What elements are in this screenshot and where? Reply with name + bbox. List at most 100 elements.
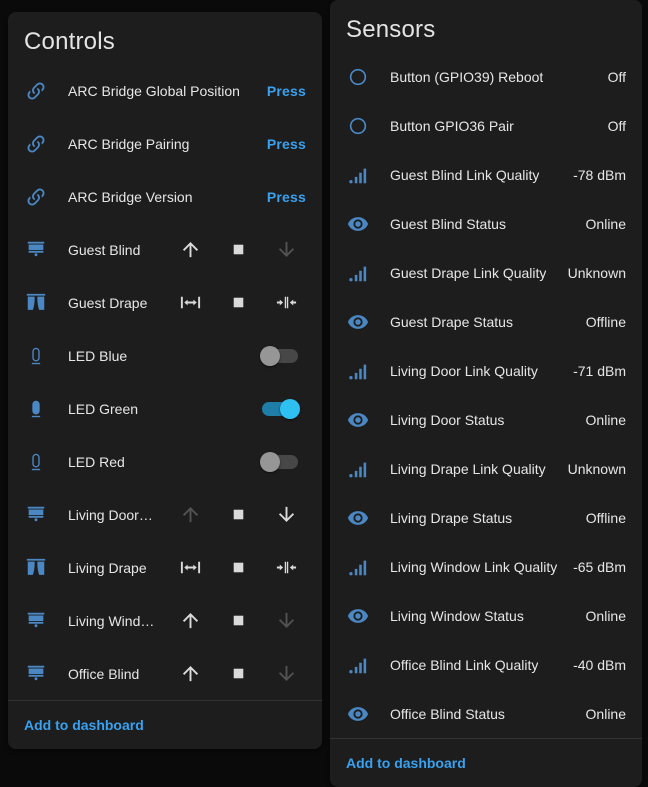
blind-icon: [24, 662, 48, 686]
sensor-value: Online: [585, 411, 626, 428]
cover-down-button[interactable]: [266, 601, 306, 641]
sensor-value: Offline: [585, 509, 626, 526]
sensor-value-wrap: Offline: [574, 510, 626, 526]
sensor-row[interactable]: Button (GPIO39) Reboot Off: [346, 52, 626, 101]
control-row[interactable]: LED Red: [24, 435, 306, 488]
control-label: ARC Bridge Version: [68, 188, 193, 205]
control-row[interactable]: Guest Blind: [24, 223, 306, 276]
led-switch[interactable]: [260, 398, 300, 419]
control-row[interactable]: ARC Bridge Version Press: [24, 170, 306, 223]
sensor-row[interactable]: Living Window Status Online: [346, 591, 626, 640]
press-button[interactable]: Press: [267, 183, 306, 211]
cover-down-button[interactable]: [266, 495, 306, 535]
sensors-rows: Button (GPIO39) Reboot Off Button GPIO36 P…: [330, 48, 642, 738]
cover-up-button[interactable]: [170, 495, 210, 535]
controls-add-to-dashboard-link[interactable]: Add to dashboard: [24, 717, 144, 733]
cover-up-button[interactable]: [170, 601, 210, 641]
control-row[interactable]: Living Door…: [24, 488, 306, 541]
cover-close-button[interactable]: [266, 548, 306, 588]
control-actions: [260, 345, 306, 366]
sensor-value: -71 dBm: [573, 362, 626, 379]
sensor-row[interactable]: Living Drape Link Quality Unknown: [346, 444, 626, 493]
sensor-label: Guest Blind Status: [390, 215, 506, 232]
controls-rows: ARC Bridge Global Position Press ARC Bridg…: [8, 60, 322, 700]
sensors-add-to-dashboard-link[interactable]: Add to dashboard: [346, 755, 466, 771]
sensor-row[interactable]: Office Blind Link Quality -40 dBm: [346, 640, 626, 689]
sensor-label: Office Blind Status: [390, 705, 505, 722]
cover-close-button[interactable]: [266, 283, 306, 323]
sensor-value: -78 dBm: [573, 166, 626, 183]
sensor-row[interactable]: Living Door Status Online: [346, 395, 626, 444]
control-row[interactable]: ARC Bridge Pairing Press: [24, 117, 306, 170]
control-label: Guest Drape: [68, 294, 148, 311]
eye-icon: [346, 604, 370, 628]
cover-stop-button[interactable]: [218, 548, 258, 588]
sensor-row[interactable]: Button GPIO36 Pair Off: [346, 101, 626, 150]
sensors-card: Sensors Button (GPIO39) Reboot Off Button …: [330, 0, 642, 787]
signal-icon: [346, 261, 370, 285]
cover-stop-button[interactable]: [218, 601, 258, 641]
sensor-row[interactable]: Guest Drape Link Quality Unknown: [346, 248, 626, 297]
circle-icon: [346, 65, 370, 89]
control-actions: [170, 495, 306, 535]
sensor-label: Guest Blind Link Quality: [390, 166, 540, 183]
sensor-label: Button GPIO36 Pair: [390, 117, 514, 134]
control-row[interactable]: ARC Bridge Global Position Press: [24, 64, 306, 117]
circle-icon: [346, 114, 370, 138]
cover-stop-button[interactable]: [218, 283, 258, 323]
sensor-value-wrap: -71 dBm: [561, 363, 626, 379]
sensors-card-footer: Add to dashboard: [330, 738, 642, 787]
press-button[interactable]: Press: [267, 130, 306, 158]
cover-down-button[interactable]: [266, 230, 306, 270]
control-actions: [260, 398, 306, 419]
link-icon: [24, 185, 48, 209]
control-actions: [170, 601, 306, 641]
sensor-value-wrap: Unknown: [556, 461, 626, 477]
cover-up-button[interactable]: [170, 654, 210, 694]
sensor-value: Unknown: [567, 460, 626, 477]
controls-card-title: Controls: [24, 28, 115, 55]
sensor-row[interactable]: Guest Blind Link Quality -78 dBm: [346, 150, 626, 199]
blind-icon: [24, 238, 48, 262]
sensor-value-wrap: Off: [596, 69, 626, 85]
cover-up-button[interactable]: [170, 230, 210, 270]
cover-stop-button[interactable]: [218, 230, 258, 270]
led-switch[interactable]: [260, 451, 300, 472]
sensor-label: Living Window Link Quality: [390, 558, 558, 575]
sensor-row[interactable]: Living Window Link Quality -65 dBm: [346, 542, 626, 591]
press-button[interactable]: Press: [267, 77, 306, 105]
eye-icon: [346, 702, 370, 726]
control-row[interactable]: Guest Drape: [24, 276, 306, 329]
control-label: Living Door…: [68, 506, 153, 523]
sensor-label: Living Drape Link Quality: [390, 460, 546, 477]
control-row[interactable]: LED Green: [24, 382, 306, 435]
sensor-row[interactable]: Office Blind Status Online: [346, 689, 626, 738]
led-on-icon: [24, 397, 48, 421]
sensor-label: Guest Drape Link Quality: [390, 264, 547, 281]
sensor-value-wrap: Online: [574, 706, 626, 722]
control-row[interactable]: Living Drape: [24, 541, 306, 594]
led-switch[interactable]: [260, 345, 300, 366]
control-label: LED Green: [68, 400, 139, 417]
sensor-row[interactable]: Living Drape Status Offline: [346, 493, 626, 542]
sensor-row[interactable]: Guest Blind Status Online: [346, 199, 626, 248]
cover-open-button[interactable]: [170, 283, 210, 323]
control-actions: Press: [267, 77, 306, 105]
control-label: Office Blind: [68, 665, 140, 682]
blind-icon: [24, 503, 48, 527]
sensor-label: Living Door Status: [390, 411, 505, 428]
control-row[interactable]: Living Wind…: [24, 594, 306, 647]
sensor-row[interactable]: Living Door Link Quality -71 dBm: [346, 346, 626, 395]
cover-down-button[interactable]: [266, 654, 306, 694]
control-row[interactable]: Office Blind: [24, 647, 306, 700]
sensor-row[interactable]: Guest Drape Status Offline: [346, 297, 626, 346]
sensor-label: Office Blind Link Quality: [390, 656, 539, 673]
cover-stop-button[interactable]: [218, 495, 258, 535]
sensor-value-wrap: Online: [574, 608, 626, 624]
sensors-card-title: Sensors: [346, 16, 436, 43]
cover-open-button[interactable]: [170, 548, 210, 588]
control-row[interactable]: LED Blue: [24, 329, 306, 382]
signal-icon: [346, 163, 370, 187]
control-label: Guest Blind: [68, 241, 141, 258]
cover-stop-button[interactable]: [218, 654, 258, 694]
